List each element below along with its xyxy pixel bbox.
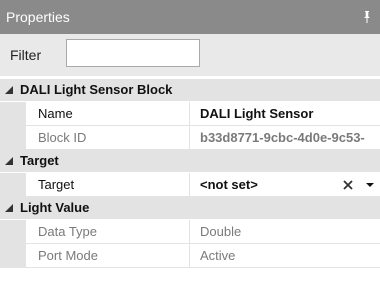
filter-input[interactable] <box>66 39 200 67</box>
category-label: DALI Light Sensor Block <box>20 82 173 97</box>
collapse-triangle-icon[interactable] <box>5 204 13 212</box>
property-name: Data Type <box>38 224 98 239</box>
category-label: Target <box>20 153 59 168</box>
property-value[interactable]: Active <box>200 248 235 264</box>
property-row-target[interactable]: Target <not set> <box>0 173 380 197</box>
property-value[interactable]: DALI Light Sensor <box>200 106 313 122</box>
property-name: Name <box>38 106 73 121</box>
filter-bar: Filter <box>0 34 380 76</box>
collapse-triangle-icon[interactable] <box>5 157 13 165</box>
pin-icon[interactable] <box>362 11 372 23</box>
filter-label: Filter <box>10 47 42 63</box>
property-row-port-mode[interactable]: Port Mode Active <box>0 244 380 268</box>
category-dali-light-sensor-block[interactable]: DALI Light Sensor Block <box>0 79 380 102</box>
property-name: Target <box>38 177 75 192</box>
dropdown-arrow-icon[interactable] <box>364 176 376 194</box>
panel-title: Properties <box>6 9 70 25</box>
category-target[interactable]: Target <box>0 150 380 173</box>
property-value[interactable]: b33d8771-9cbc-4d0e-9c53- <box>200 130 365 146</box>
property-value[interactable]: Double <box>200 224 241 240</box>
collapse-triangle-icon[interactable] <box>5 86 13 94</box>
property-name: Port Mode <box>38 248 98 263</box>
properties-panel: Properties Filter DALI Light Sensor Bloc… <box>0 0 380 301</box>
target-value[interactable]: <not set> <box>200 177 258 193</box>
panel-titlebar: Properties <box>0 0 380 34</box>
category-light-value[interactable]: Light Value <box>0 197 380 220</box>
category-label: Light Value <box>20 200 90 215</box>
property-row-name[interactable]: Name DALI Light Sensor <box>0 102 380 126</box>
property-grid: DALI Light Sensor Block Name DALI Light … <box>0 79 380 268</box>
property-row-block-id[interactable]: Block ID b33d8771-9cbc-4d0e-9c53- <box>0 126 380 150</box>
clear-x-icon[interactable] <box>340 176 356 194</box>
property-name: Block ID <box>38 130 87 145</box>
property-row-data-type[interactable]: Data Type Double <box>0 220 380 244</box>
